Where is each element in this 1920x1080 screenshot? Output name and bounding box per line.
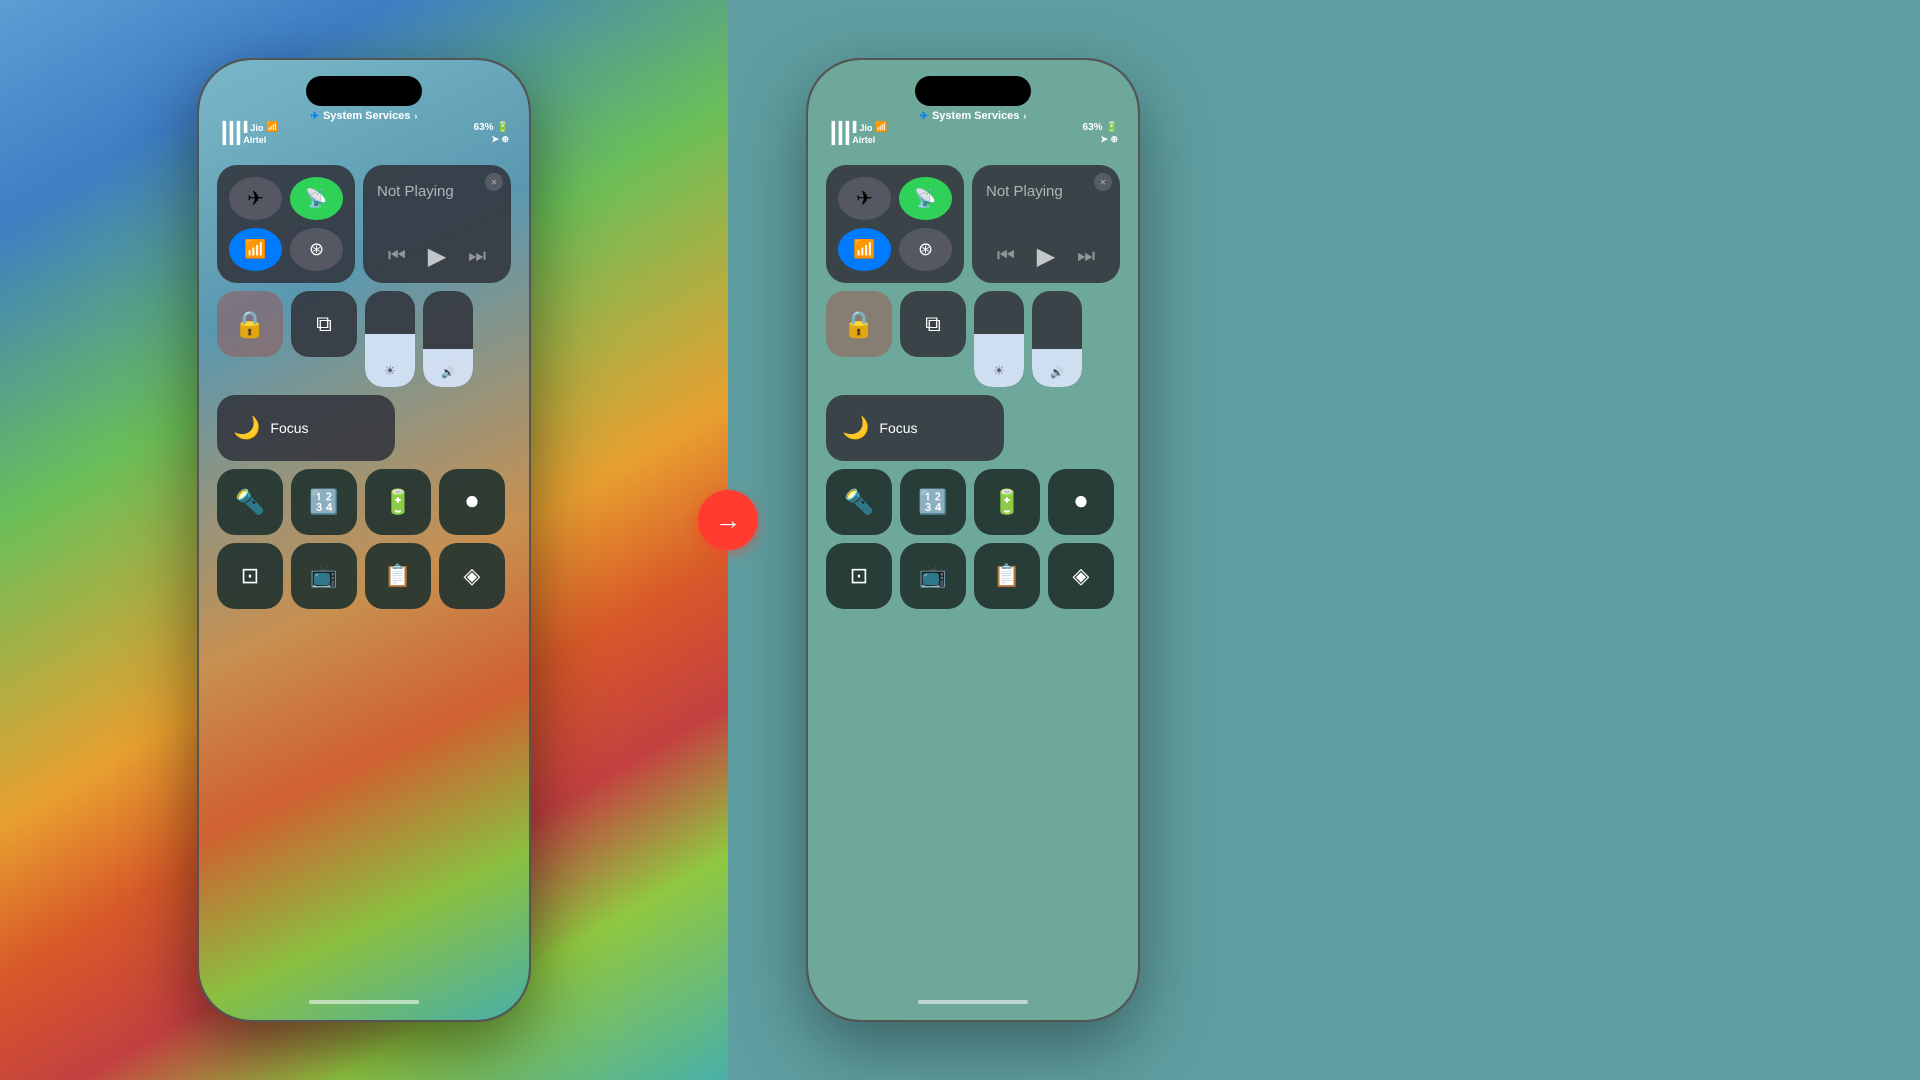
- focus-btn-right[interactable]: 🌙 Focus: [826, 395, 1004, 461]
- battery-icon-right: 🔋: [1106, 122, 1118, 133]
- battery-pct-left: 63%: [474, 122, 494, 133]
- battery-saver-btn-left[interactable]: 🔋: [365, 469, 431, 535]
- bluetooth-btn-right[interactable]: ⊛: [899, 228, 952, 271]
- focus-label-left: Focus: [270, 420, 308, 436]
- control-center-left: ✈ 📡 📶 ⊛ ✕ Not Playing ⏮ ▶ ⏭: [217, 165, 511, 609]
- icon-row1-left: 🔦 🔢 🔋 ⏺: [217, 469, 511, 535]
- battery-saver-btn-right[interactable]: 🔋: [974, 469, 1040, 535]
- calculator-btn-left[interactable]: 🔢: [291, 469, 357, 535]
- icon-row2-left: ⊡ 📺 📋 ◈: [217, 543, 511, 609]
- media-controls-left: ⏮ ▶ ⏭: [377, 242, 497, 271]
- cellular-btn-left[interactable]: 📡: [290, 177, 343, 220]
- media-close-right[interactable]: ✕: [1094, 173, 1112, 191]
- scan-btn-left[interactable]: ⊡: [217, 543, 283, 609]
- screen-mirror-btn-left[interactable]: ⧉: [291, 291, 357, 357]
- signal-bars-2: ▐▐▐: [219, 134, 240, 145]
- icon-row1-right: 🔦 🔢 🔋 ⏺: [826, 469, 1120, 535]
- screen-record-btn-right[interactable]: ⏺: [1048, 469, 1114, 535]
- screen-mirror-btn-right[interactable]: ⧉: [900, 291, 966, 357]
- media-controls-right: ⏮ ▶ ⏭: [986, 242, 1106, 271]
- next-btn-right[interactable]: ⏭: [1077, 245, 1095, 268]
- calculator-btn-right[interactable]: 🔢: [900, 469, 966, 535]
- focus-label-right: Focus: [879, 420, 917, 436]
- location-status-left: ➤ ⊕: [491, 134, 509, 145]
- wifi-icon-right: 📶: [875, 122, 887, 133]
- flashlight-btn-right[interactable]: 🔦: [826, 469, 892, 535]
- signal-bars-1: ▐▐▐▐: [219, 122, 247, 133]
- lock-rotation-btn-left[interactable]: 🔒: [217, 291, 283, 357]
- prev-btn-right[interactable]: ⏮: [997, 245, 1015, 268]
- bluetooth-btn-left[interactable]: ⊛: [290, 228, 343, 271]
- home-indicator-left: [309, 1000, 419, 1004]
- play-btn-left[interactable]: ▶: [428, 242, 446, 271]
- system-services-label-left: System Services: [323, 110, 410, 122]
- signal-bars-r2: ▐▐▐: [828, 134, 849, 145]
- remote-btn-left[interactable]: 📺: [291, 543, 357, 609]
- moon-icon-right: 🌙: [842, 415, 869, 441]
- arrow-symbol: →: [715, 507, 741, 533]
- media-block-right: ✕ Not Playing ⏮ ▶ ⏭: [972, 165, 1120, 283]
- carrier2-right: Airtel: [852, 135, 875, 145]
- dynamic-island-left: [306, 76, 422, 106]
- battery-pct-right: 63%: [1083, 122, 1103, 133]
- lock-rotation-btn-right[interactable]: 🔒: [826, 291, 892, 357]
- status-bar-left: ▐▐▐▐ Jio 📶 63% 🔋 ▐▐▐ Airtel ➤ ⊕: [219, 122, 509, 145]
- next-btn-left[interactable]: ⏭: [468, 245, 486, 268]
- remote-btn-right[interactable]: 📺: [900, 543, 966, 609]
- home-indicator-right: [918, 1000, 1028, 1004]
- left-panel: ✈ System Services › ▐▐▐▐ Jio 📶 63% 🔋 ▐▐▐: [0, 0, 728, 1080]
- system-services-right[interactable]: ✈ System Services ›: [920, 110, 1027, 122]
- phone-right: ✈ System Services › ▐▐▐▐ Jio 📶 63% 🔋 ▐▐▐: [808, 60, 1138, 1020]
- system-services-left[interactable]: ✈ System Services ›: [311, 110, 418, 122]
- cellular-btn-right[interactable]: 📡: [899, 177, 952, 220]
- screen-record-btn-left[interactable]: ⏺: [439, 469, 505, 535]
- prev-btn-left[interactable]: ⏮: [388, 245, 406, 268]
- carrier1-left: Jio: [250, 123, 263, 133]
- wifi-btn-left[interactable]: 📶: [229, 228, 282, 271]
- notes-btn-right[interactable]: 📋: [974, 543, 1040, 609]
- chevron-right-icon-right: ›: [1023, 111, 1026, 121]
- system-services-label-right: System Services: [932, 110, 1019, 122]
- volume-slider-left[interactable]: 🔊: [423, 291, 473, 387]
- right-panel: ✈ System Services › ▐▐▐▐ Jio 📶 63% 🔋 ▐▐▐: [728, 0, 1920, 1080]
- control-center-right: ✈ 📡 📶 ⊛ ✕ Not Playing ⏮ ▶ ⏭: [826, 165, 1120, 609]
- signal-bars-r1: ▐▐▐▐: [828, 122, 856, 133]
- focus-btn-left[interactable]: 🌙 Focus: [217, 395, 395, 461]
- brightness-slider-right[interactable]: ☀: [974, 291, 1024, 387]
- chevron-right-icon-left: ›: [414, 111, 417, 121]
- connectivity-block-left: ✈ 📡 📶 ⊛: [217, 165, 355, 283]
- connectivity-block-right: ✈ 📡 📶 ⊛: [826, 165, 964, 283]
- media-close-left[interactable]: ✕: [485, 173, 503, 191]
- location-status-right: ➤ ⊕: [1100, 134, 1118, 145]
- play-btn-right[interactable]: ▶: [1037, 242, 1055, 271]
- scan-btn-right[interactable]: ⊡: [826, 543, 892, 609]
- shazam-btn-left[interactable]: ◈: [439, 543, 505, 609]
- icon-row2-right: ⊡ 📺 📋 ◈: [826, 543, 1120, 609]
- transform-arrow: →: [698, 490, 758, 550]
- status-bar-right: ▐▐▐▐ Jio 📶 63% 🔋 ▐▐▐ Airtel ➤ ⊕: [828, 122, 1118, 145]
- airplane-btn-right[interactable]: ✈: [838, 177, 891, 220]
- shazam-btn-right[interactable]: ◈: [1048, 543, 1114, 609]
- airplane-btn-left[interactable]: ✈: [229, 177, 282, 220]
- phone-left: ✈ System Services › ▐▐▐▐ Jio 📶 63% 🔋 ▐▐▐: [199, 60, 529, 1020]
- flashlight-btn-left[interactable]: 🔦: [217, 469, 283, 535]
- notes-btn-left[interactable]: 📋: [365, 543, 431, 609]
- not-playing-left: Not Playing: [377, 183, 497, 200]
- carrier1-right: Jio: [859, 123, 872, 133]
- volume-slider-right[interactable]: 🔊: [1032, 291, 1082, 387]
- battery-icon-left: 🔋: [497, 122, 509, 133]
- dynamic-island-right: [915, 76, 1031, 106]
- carrier2-left: Airtel: [243, 135, 266, 145]
- moon-icon-left: 🌙: [233, 415, 260, 441]
- brightness-slider-left[interactable]: ☀: [365, 291, 415, 387]
- wifi-icon-left: 📶: [266, 122, 278, 133]
- media-block-left: ✕ Not Playing ⏮ ▶ ⏭: [363, 165, 511, 283]
- wifi-btn-right[interactable]: 📶: [838, 228, 891, 271]
- location-icon-right: ✈: [920, 111, 928, 122]
- location-icon-left: ✈: [311, 111, 319, 122]
- not-playing-right: Not Playing: [986, 183, 1106, 200]
